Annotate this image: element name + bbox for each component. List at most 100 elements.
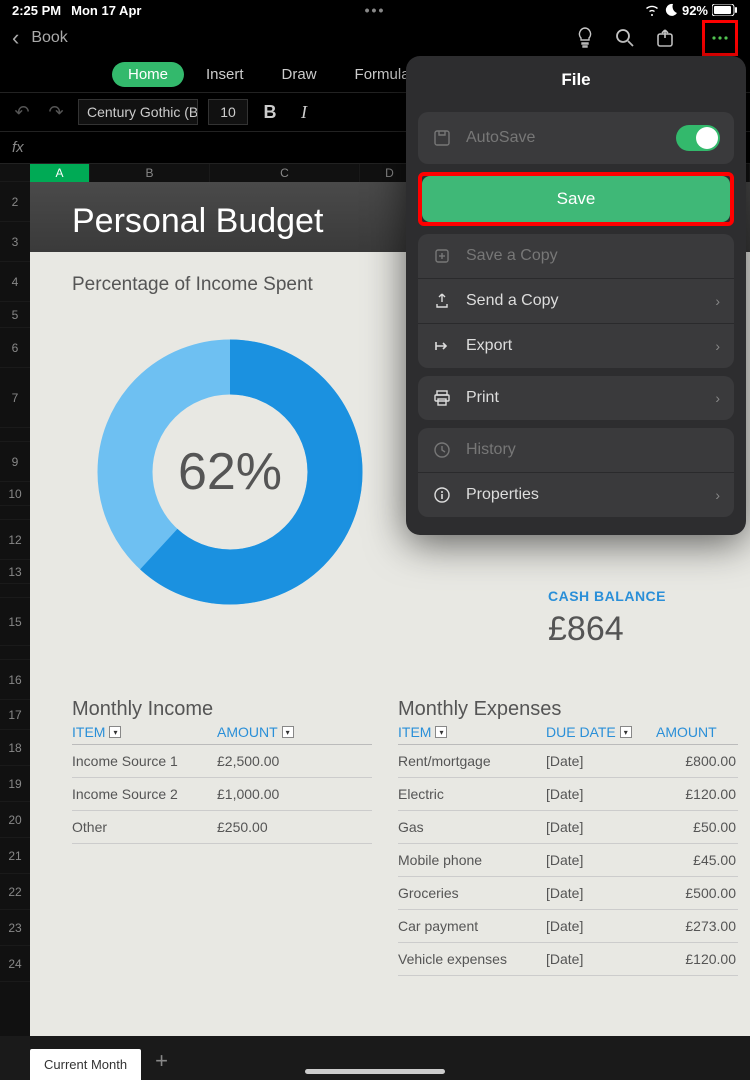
send-copy-item[interactable]: Send a Copy › [418,278,734,323]
chevron-right-icon: › [715,293,720,309]
dropdown-icon[interactable]: ▾ [282,726,294,738]
row-header[interactable]: 21 [0,838,30,874]
tab-draw[interactable]: Draw [266,62,333,87]
autosave-icon [432,129,452,147]
row-header[interactable]: 3 [0,222,30,262]
col-header-a[interactable]: A [30,164,90,182]
save-copy-label: Save a Copy [466,247,720,265]
chevron-right-icon: › [715,487,720,503]
row-header[interactable] [0,584,30,598]
row-header[interactable]: 20 [0,802,30,838]
save-copy-item[interactable]: Save a Copy [418,234,734,278]
send-copy-label: Send a Copy [466,292,701,310]
file-menu-panel: File AutoSave Save Save a Copy Send a Co… [406,56,746,535]
export-icon [432,337,452,355]
row-header[interactable]: 19 [0,766,30,802]
font-size-input[interactable]: 10 [208,99,248,125]
table-row[interactable]: Groceries[Date]£500.00 [398,877,738,910]
autosave-toggle[interactable] [676,125,720,151]
row-header[interactable]: 22 [0,874,30,910]
battery-icon [712,4,738,16]
exp-header-item[interactable]: ITEM [398,724,431,740]
add-sheet-icon[interactable]: + [141,1042,182,1080]
properties-label: Properties [466,486,701,504]
row-header[interactable]: 5 [0,302,30,328]
donut-percentage: 62% [178,442,282,502]
exp-header-amount[interactable]: AMOUNT [656,724,717,740]
italic-button[interactable]: I [292,102,316,123]
print-item[interactable]: Print › [418,376,734,420]
font-select[interactable]: Century Gothic (Bo [78,99,198,125]
expenses-title: Monthly Expenses [398,698,561,721]
row-header[interactable]: 7 [0,368,30,428]
home-indicator[interactable] [305,1069,445,1074]
table-row[interactable]: Mobile phone[Date]£45.00 [398,844,738,877]
table-row[interactable]: Gas[Date]£50.00 [398,811,738,844]
col-header-b[interactable]: B [90,164,210,182]
row-header[interactable]: 13 [0,560,30,584]
redo-icon[interactable]: ↷ [44,102,68,123]
autosave-item[interactable]: AutoSave [418,112,734,164]
row-header[interactable]: 6 [0,328,30,368]
dropdown-icon[interactable]: ▾ [620,726,632,738]
title-bar: ‹ Book [0,20,750,56]
row-header[interactable] [0,646,30,660]
back-chevron-icon[interactable]: ‹ [6,25,25,51]
bold-button[interactable]: B [258,102,282,123]
row-header[interactable]: 17 [0,700,30,730]
multitask-dots-icon[interactable]: ••• [355,2,395,18]
sheet-tab-current[interactable]: Current Month [30,1049,141,1080]
cash-balance-label: CASH BALANCE [548,588,666,604]
page-title: Personal Budget [72,202,323,241]
select-all-corner[interactable] [0,164,30,182]
income-header-amount[interactable]: AMOUNT [217,724,278,740]
row-header[interactable] [0,428,30,442]
lightbulb-icon[interactable] [574,27,596,49]
table-row[interactable]: Other£250.00 [72,811,372,844]
donut-chart: 62% [90,332,370,612]
row-header[interactable]: 24 [0,946,30,982]
row-header[interactable]: 4 [0,262,30,302]
row-header[interactable]: 2 [0,182,30,222]
share-icon[interactable] [654,27,676,49]
tab-insert[interactable]: Insert [190,62,260,87]
income-title: Monthly Income [72,698,213,721]
save-copy-icon [432,247,452,265]
autosave-label: AutoSave [466,129,662,147]
row-header[interactable]: 9 [0,442,30,482]
row-header[interactable]: 10 [0,482,30,506]
expenses-table: ITEM ▾ DUE DATE ▾ AMOUNT Rent/mortgage[Dat… [398,724,738,976]
table-row[interactable]: Income Source 1£2,500.00 [72,745,372,778]
history-icon [432,441,452,459]
export-item[interactable]: Export › [418,323,734,368]
row-header[interactable]: 15 [0,598,30,646]
dropdown-icon[interactable]: ▾ [109,726,121,738]
tab-home[interactable]: Home [112,62,184,87]
table-row[interactable]: Income Source 2£1,000.00 [72,778,372,811]
more-icon[interactable] [709,27,731,49]
row-header[interactable] [0,506,30,520]
properties-item[interactable]: Properties › [418,472,734,517]
table-row[interactable]: Car payment[Date]£273.00 [398,910,738,943]
row-header[interactable]: 12 [0,520,30,560]
income-header-item[interactable]: ITEM [72,724,105,740]
table-row[interactable]: Electric[Date]£120.00 [398,778,738,811]
row-header[interactable]: 18 [0,730,30,766]
row-header[interactable]: 16 [0,660,30,700]
row-headers: 2 3 4 5 6 7 9 10 12 13 15 16 17 18 19 20… [0,164,30,1036]
info-icon [432,486,452,504]
dropdown-icon[interactable]: ▾ [435,726,447,738]
col-header-c[interactable]: C [210,164,360,182]
chevron-right-icon: › [715,338,720,354]
search-icon[interactable] [614,27,636,49]
exp-header-due[interactable]: DUE DATE [546,724,616,740]
table-row[interactable]: Vehicle expenses[Date]£120.00 [398,943,738,976]
cash-balance-value: £864 [548,610,624,649]
table-row[interactable]: Rent/mortgage[Date]£800.00 [398,745,738,778]
document-name[interactable]: Book [31,29,67,47]
history-item[interactable]: History [418,428,734,472]
subtitle: Percentage of Income Spent [72,274,313,296]
save-button[interactable]: Save [422,176,730,222]
undo-icon[interactable]: ↶ [10,102,34,123]
row-header[interactable]: 23 [0,910,30,946]
